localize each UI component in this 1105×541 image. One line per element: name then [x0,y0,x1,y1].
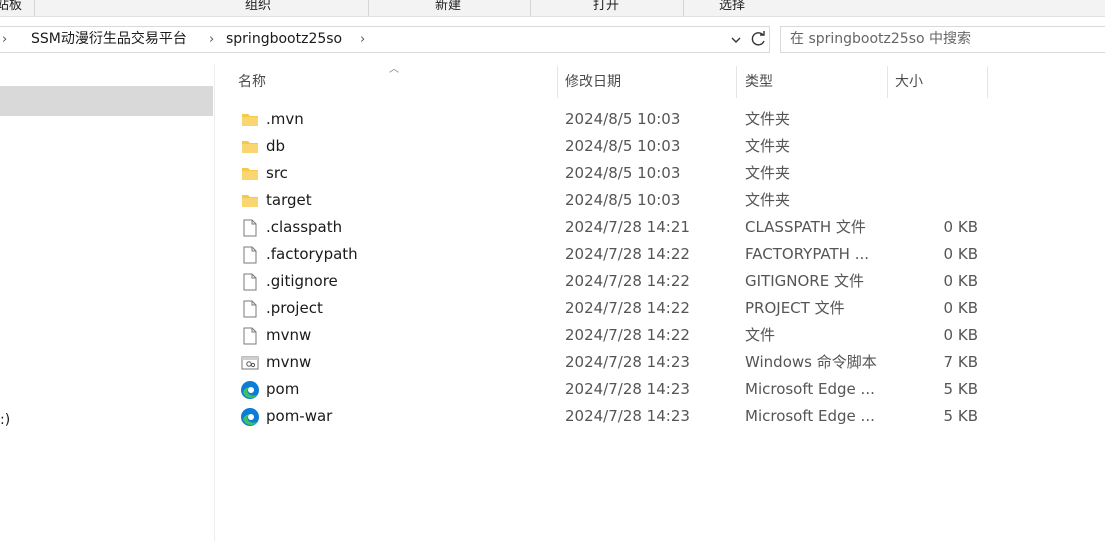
ribbon-separator [34,0,35,16]
address-dropdown-icon[interactable] [726,27,746,52]
file-size: 0 KB [943,272,978,290]
file-size: 0 KB [943,245,978,263]
edge-icon [240,407,260,427]
file-size: 5 KB [943,380,978,398]
file-row[interactable]: mvnw 2024/7/28 14:23 Windows 命令脚本 7 KB [230,349,990,376]
file-type: 文件 [745,326,776,344]
file-name: .factorypath [266,245,358,263]
file-icon [240,326,260,346]
file-icon [240,299,260,319]
file-modified: 2024/7/28 14:23 [565,380,690,398]
column-header-type[interactable]: 类型 [737,66,888,98]
file-modified: 2024/7/28 14:22 [565,272,690,290]
file-name: pom [266,380,300,398]
file-row[interactable]: .mvn 2024/8/5 10:03 文件夹 [230,106,990,133]
file-row[interactable]: mvnw 2024/7/28 14:22 文件 0 KB [230,322,990,349]
file-type: 文件夹 [745,164,791,182]
file-type: Microsoft Edge ... [745,380,875,398]
file-modified: 2024/7/28 14:23 [565,407,690,425]
file-row[interactable]: db 2024/8/5 10:03 文件夹 [230,133,990,160]
file-icon [240,218,260,238]
folder-icon [240,110,260,130]
file-row[interactable]: .gitignore 2024/7/28 14:22 GITIGNORE 文件 0 K… [230,268,990,295]
file-name: mvnw [266,353,312,371]
nav-item-selected[interactable] [0,86,213,116]
navigation-pane: :) [0,64,215,541]
column-header-name[interactable]: 名称 [230,66,558,98]
file-name: target [266,191,312,209]
file-name: pom-war [266,407,333,425]
file-modified: 2024/7/28 14:22 [565,326,690,344]
breadcrumb-chevron-icon[interactable]: › [209,27,214,52]
file-modified: 2024/8/5 10:03 [565,164,681,182]
ribbon-group-open[interactable]: 打开 [590,0,622,16]
file-row[interactable]: pom 2024/7/28 14:23 Microsoft Edge ... 5 KB [230,376,990,403]
file-row[interactable]: .classpath 2024/7/28 14:21 CLASSPATH 文件 0 K… [230,214,990,241]
ribbon-group-select[interactable]: 选择 [716,0,748,16]
ribbon-group-organize[interactable]: 组织 [242,0,274,16]
file-row[interactable]: src 2024/8/5 10:03 文件夹 [230,160,990,187]
file-type: Microsoft Edge ... [745,407,875,425]
ribbon-group-clipboard[interactable]: 站板 [0,0,24,16]
file-name: .gitignore [266,272,338,290]
file-modified: 2024/8/5 10:03 [565,110,681,128]
breadcrumb-item-folder[interactable]: springbootz25so [226,27,342,52]
file-modified: 2024/7/28 14:23 [565,353,690,371]
file-name: .classpath [266,218,343,236]
folder-icon [240,137,260,157]
file-row[interactable]: .project 2024/7/28 14:22 PROJECT 文件 0 KB [230,295,990,322]
file-modified: 2024/7/28 14:22 [565,299,690,317]
file-name: src [266,164,288,182]
ribbon: 站板 组织 新建 打开 选择 [0,0,1105,17]
file-modified: 2024/7/28 14:22 [565,245,690,263]
file-row[interactable]: .factorypath 2024/7/28 14:22 FACTORYPATH .… [230,241,990,268]
file-name: .mvn [266,110,304,128]
file-type: 文件夹 [745,110,791,128]
file-icon [240,245,260,265]
nav-item-drive[interactable]: :) [0,412,10,428]
refresh-icon[interactable] [746,27,770,52]
file-type: Windows 命令脚本 [745,353,877,371]
file-modified: 2024/8/5 10:03 [565,137,681,155]
address-bar[interactable]: › SSM动漫衍生品交易平台 › springbootz25so › [0,26,770,53]
file-type: PROJECT 文件 [745,299,845,317]
ribbon-separator [683,0,684,16]
ribbon-separator [368,0,369,16]
file-type: 文件夹 [745,137,791,155]
file-name: .project [266,299,323,317]
file-size: 7 KB [943,353,978,371]
breadcrumb-chevron-icon[interactable]: › [360,27,365,52]
file-name: mvnw [266,326,312,344]
file-size: 5 KB [943,407,978,425]
ribbon-separator [530,0,531,16]
file-type: FACTORYPATH ... [745,245,870,263]
file-icon [240,272,260,292]
ribbon-group-new[interactable]: 新建 [432,0,464,16]
script-icon [240,353,260,373]
folder-icon [240,164,260,184]
file-size: 0 KB [943,299,978,317]
file-type: 文件夹 [745,191,791,209]
breadcrumb-item-project[interactable]: SSM动漫衍生品交易平台 [31,27,187,52]
file-size: 0 KB [943,326,978,344]
file-type: GITIGNORE 文件 [745,272,864,290]
file-type: CLASSPATH 文件 [745,218,866,236]
file-modified: 2024/8/5 10:03 [565,191,681,209]
column-header-size[interactable]: 大小 [887,66,988,98]
folder-icon [240,191,260,211]
file-row[interactable]: target 2024/8/5 10:03 文件夹 [230,187,990,214]
column-header-modified[interactable]: 修改日期 [557,66,737,98]
search-input[interactable]: 在 springbootz25so 中搜索 [780,26,1105,53]
file-size: 0 KB [943,218,978,236]
edge-icon [240,380,260,400]
breadcrumb-chevron-icon[interactable]: › [2,27,7,52]
file-modified: 2024/7/28 14:21 [565,218,690,236]
file-name: db [266,137,286,155]
file-row[interactable]: pom-war 2024/7/28 14:23 Microsoft Edge ...… [230,403,990,430]
